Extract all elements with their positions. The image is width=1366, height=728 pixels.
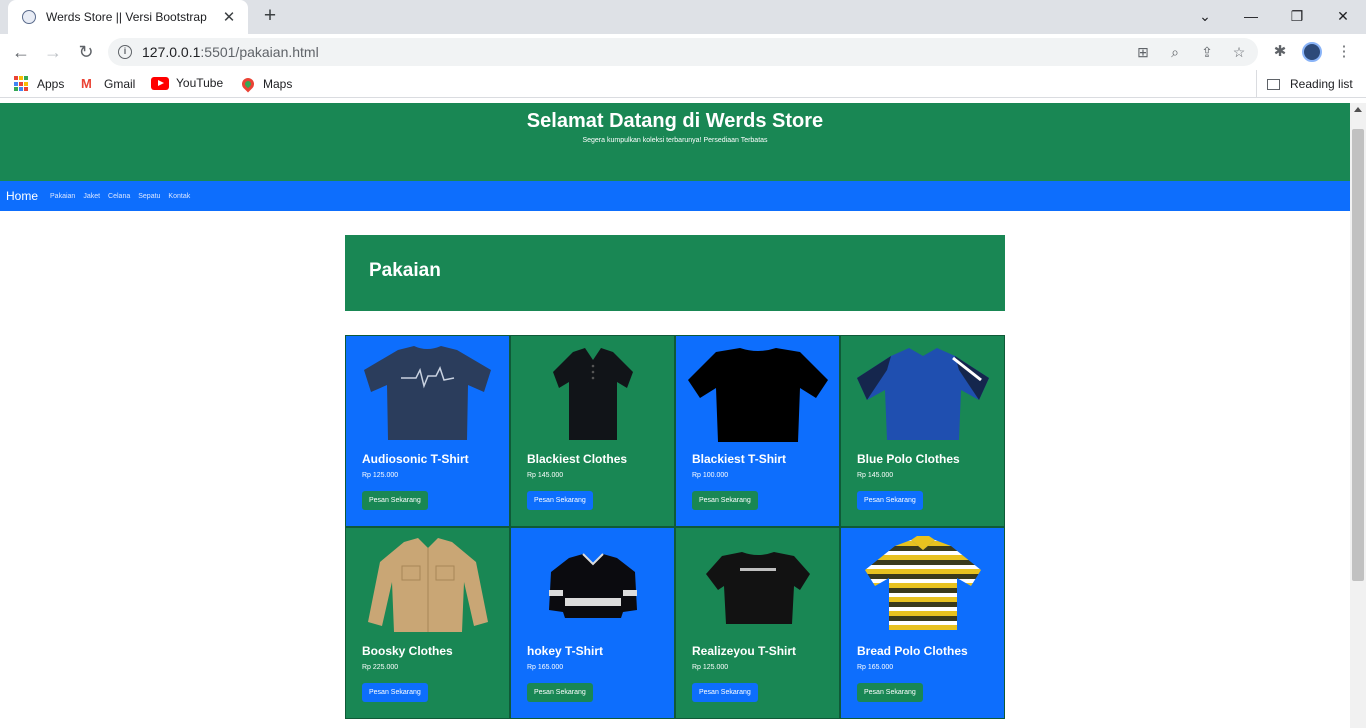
order-button[interactable]: Pesan Sekarang: [362, 491, 428, 510]
hockey-jersey-image: [549, 553, 637, 618]
reading-list-button[interactable]: Reading list: [1256, 70, 1353, 98]
bookmark-youtube[interactable]: YouTube: [151, 76, 223, 90]
favicon-icon: [22, 10, 36, 24]
bookmark-maps[interactable]: Maps: [239, 75, 292, 93]
order-button[interactable]: Pesan Sekarang: [692, 683, 758, 702]
forward-icon[interactable]: →: [41, 40, 65, 64]
site-info-icon[interactable]: i: [118, 45, 132, 59]
bookmarks-bar: Apps M Gmail YouTube Maps Reading list: [0, 70, 1366, 98]
new-tab-icon[interactable]: +: [258, 5, 282, 29]
product-card: Blackiest T-Shirt Rp 100.000 Pesan Sekar…: [675, 335, 840, 527]
menu-icon[interactable]: ⋮: [1334, 42, 1354, 62]
nav-brand-home[interactable]: Home: [6, 189, 38, 203]
product-name: Realizeyou T-Shirt: [692, 644, 797, 658]
nav-link-pakaian[interactable]: Pakaian: [50, 193, 75, 200]
tan-shirt-image: [368, 538, 488, 632]
product-price: Rp 100.000: [692, 472, 729, 479]
black-tshirt-image: [688, 348, 828, 442]
product-name: Blackiest T-Shirt: [692, 452, 787, 466]
profile-avatar[interactable]: [1302, 42, 1322, 62]
product-name: Boosky Clothes: [362, 644, 453, 658]
reading-list-icon: [1267, 78, 1280, 90]
tab-strip: Werds Store || Versi Bootstrap ✕ + ⌄ — ❐…: [0, 0, 1366, 34]
bookmark-apps[interactable]: Apps: [14, 76, 64, 92]
product-price: Rp 145.000: [527, 472, 564, 479]
nav-link-sepatu[interactable]: Sepatu: [138, 193, 160, 200]
scroll-up-icon[interactable]: [1354, 107, 1362, 112]
zoom-icon[interactable]: ⌕: [1165, 42, 1185, 62]
hero-title: Selamat Datang di Werds Store: [526, 110, 824, 132]
striped-polo-image: [865, 536, 981, 630]
blue-polo-image: [857, 348, 989, 440]
order-button[interactable]: Pesan Sekarang: [527, 683, 593, 702]
order-button[interactable]: Pesan Sekarang: [527, 491, 593, 510]
nav-link-kontak[interactable]: Kontak: [168, 193, 190, 200]
minimize-icon[interactable]: —: [1238, 5, 1264, 27]
black-graphic-tshirt-image: [706, 552, 810, 624]
restore-icon[interactable]: ❐: [1284, 5, 1310, 27]
bookmark-gmail[interactable]: M Gmail: [81, 76, 135, 92]
product-price: Rp 125.000: [692, 664, 729, 671]
product-name: Blue Polo Clothes: [857, 452, 960, 466]
navy-tshirt-image: [364, 346, 491, 440]
back-icon[interactable]: ←: [9, 40, 33, 64]
maps-pin-icon: [239, 75, 257, 93]
black-polo-image: [553, 348, 633, 440]
close-tab-icon[interactable]: ✕: [220, 8, 238, 26]
order-button[interactable]: Pesan Sekarang: [857, 491, 923, 510]
product-card: hokey T-Shirt Rp 165.000 Pesan Sekarang: [510, 527, 675, 719]
address-bar[interactable]: i 127.0.0.1:5501/pakaian.html ⊞ ⌕ ⇪ ☆: [108, 38, 1258, 66]
order-button[interactable]: Pesan Sekarang: [692, 491, 758, 510]
apps-grid-icon: [14, 76, 30, 92]
hero-subtitle: Segera kumpulkan koleksi terbarunya! Per…: [582, 137, 768, 144]
product-card: Blackiest Clothes Rp 145.000 Pesan Sekar…: [510, 335, 675, 527]
product-price: Rp 165.000: [857, 664, 894, 671]
url-text: 127.0.0.1:5501/pakaian.html: [142, 44, 319, 60]
product-card: Blue Polo Clothes Rp 145.000 Pesan Sekar…: [840, 335, 1005, 527]
main-navbar: Home Pakaian Jaket Celana Sepatu Kontak: [0, 181, 1350, 211]
product-card: Realizeyou T-Shirt Rp 125.000 Pesan Seka…: [675, 527, 840, 719]
share-icon[interactable]: ⇪: [1197, 42, 1217, 62]
gmail-icon: M: [81, 76, 92, 91]
translate-icon[interactable]: ⊞: [1133, 42, 1153, 62]
close-window-icon[interactable]: ✕: [1330, 5, 1356, 27]
extensions-icon[interactable]: ✱: [1270, 42, 1290, 62]
product-card: Audiosonic T-Shirt Rp 125.000 Pesan Seka…: [345, 335, 510, 527]
product-price: Rp 125.000: [362, 472, 399, 479]
order-button[interactable]: Pesan Sekarang: [857, 683, 923, 702]
scroll-thumb[interactable]: [1352, 129, 1364, 581]
page-viewport: Selamat Datang di Werds Store Segera kum…: [0, 103, 1350, 728]
tab-title: Werds Store || Versi Bootstrap: [46, 10, 207, 24]
bookmark-star-icon[interactable]: ☆: [1229, 42, 1249, 62]
reload-icon[interactable]: ↻: [74, 40, 98, 64]
page-scrollbar[interactable]: [1350, 103, 1366, 728]
section-title: Pakaian: [345, 235, 1005, 311]
product-name: Audiosonic T-Shirt: [362, 452, 469, 466]
hero-banner: Selamat Datang di Werds Store Segera kum…: [0, 103, 1350, 181]
product-name: Bread Polo Clothes: [857, 644, 968, 658]
product-price: Rp 145.000: [857, 472, 894, 479]
order-button[interactable]: Pesan Sekarang: [362, 683, 428, 702]
product-name: hokey T-Shirt: [527, 644, 604, 658]
browser-tab[interactable]: Werds Store || Versi Bootstrap ✕: [8, 0, 248, 34]
nav-link-celana[interactable]: Celana: [108, 193, 130, 200]
product-price: Rp 225.000: [362, 664, 399, 671]
youtube-icon: [151, 76, 169, 90]
nav-link-jaket[interactable]: Jaket: [83, 193, 100, 200]
product-price: Rp 165.000: [527, 664, 564, 671]
product-grid: Audiosonic T-Shirt Rp 125.000 Pesan Seka…: [345, 335, 1005, 719]
browser-toolbar: ← → ↻ i 127.0.0.1:5501/pakaian.html ⊞ ⌕ …: [0, 34, 1366, 70]
product-card: Bread Polo Clothes Rp 165.000 Pesan Seka…: [840, 527, 1005, 719]
product-card: Boosky Clothes Rp 225.000 Pesan Sekarang: [345, 527, 510, 719]
product-name: Blackiest Clothes: [527, 452, 628, 466]
tab-search-icon[interactable]: ⌄: [1192, 5, 1218, 27]
